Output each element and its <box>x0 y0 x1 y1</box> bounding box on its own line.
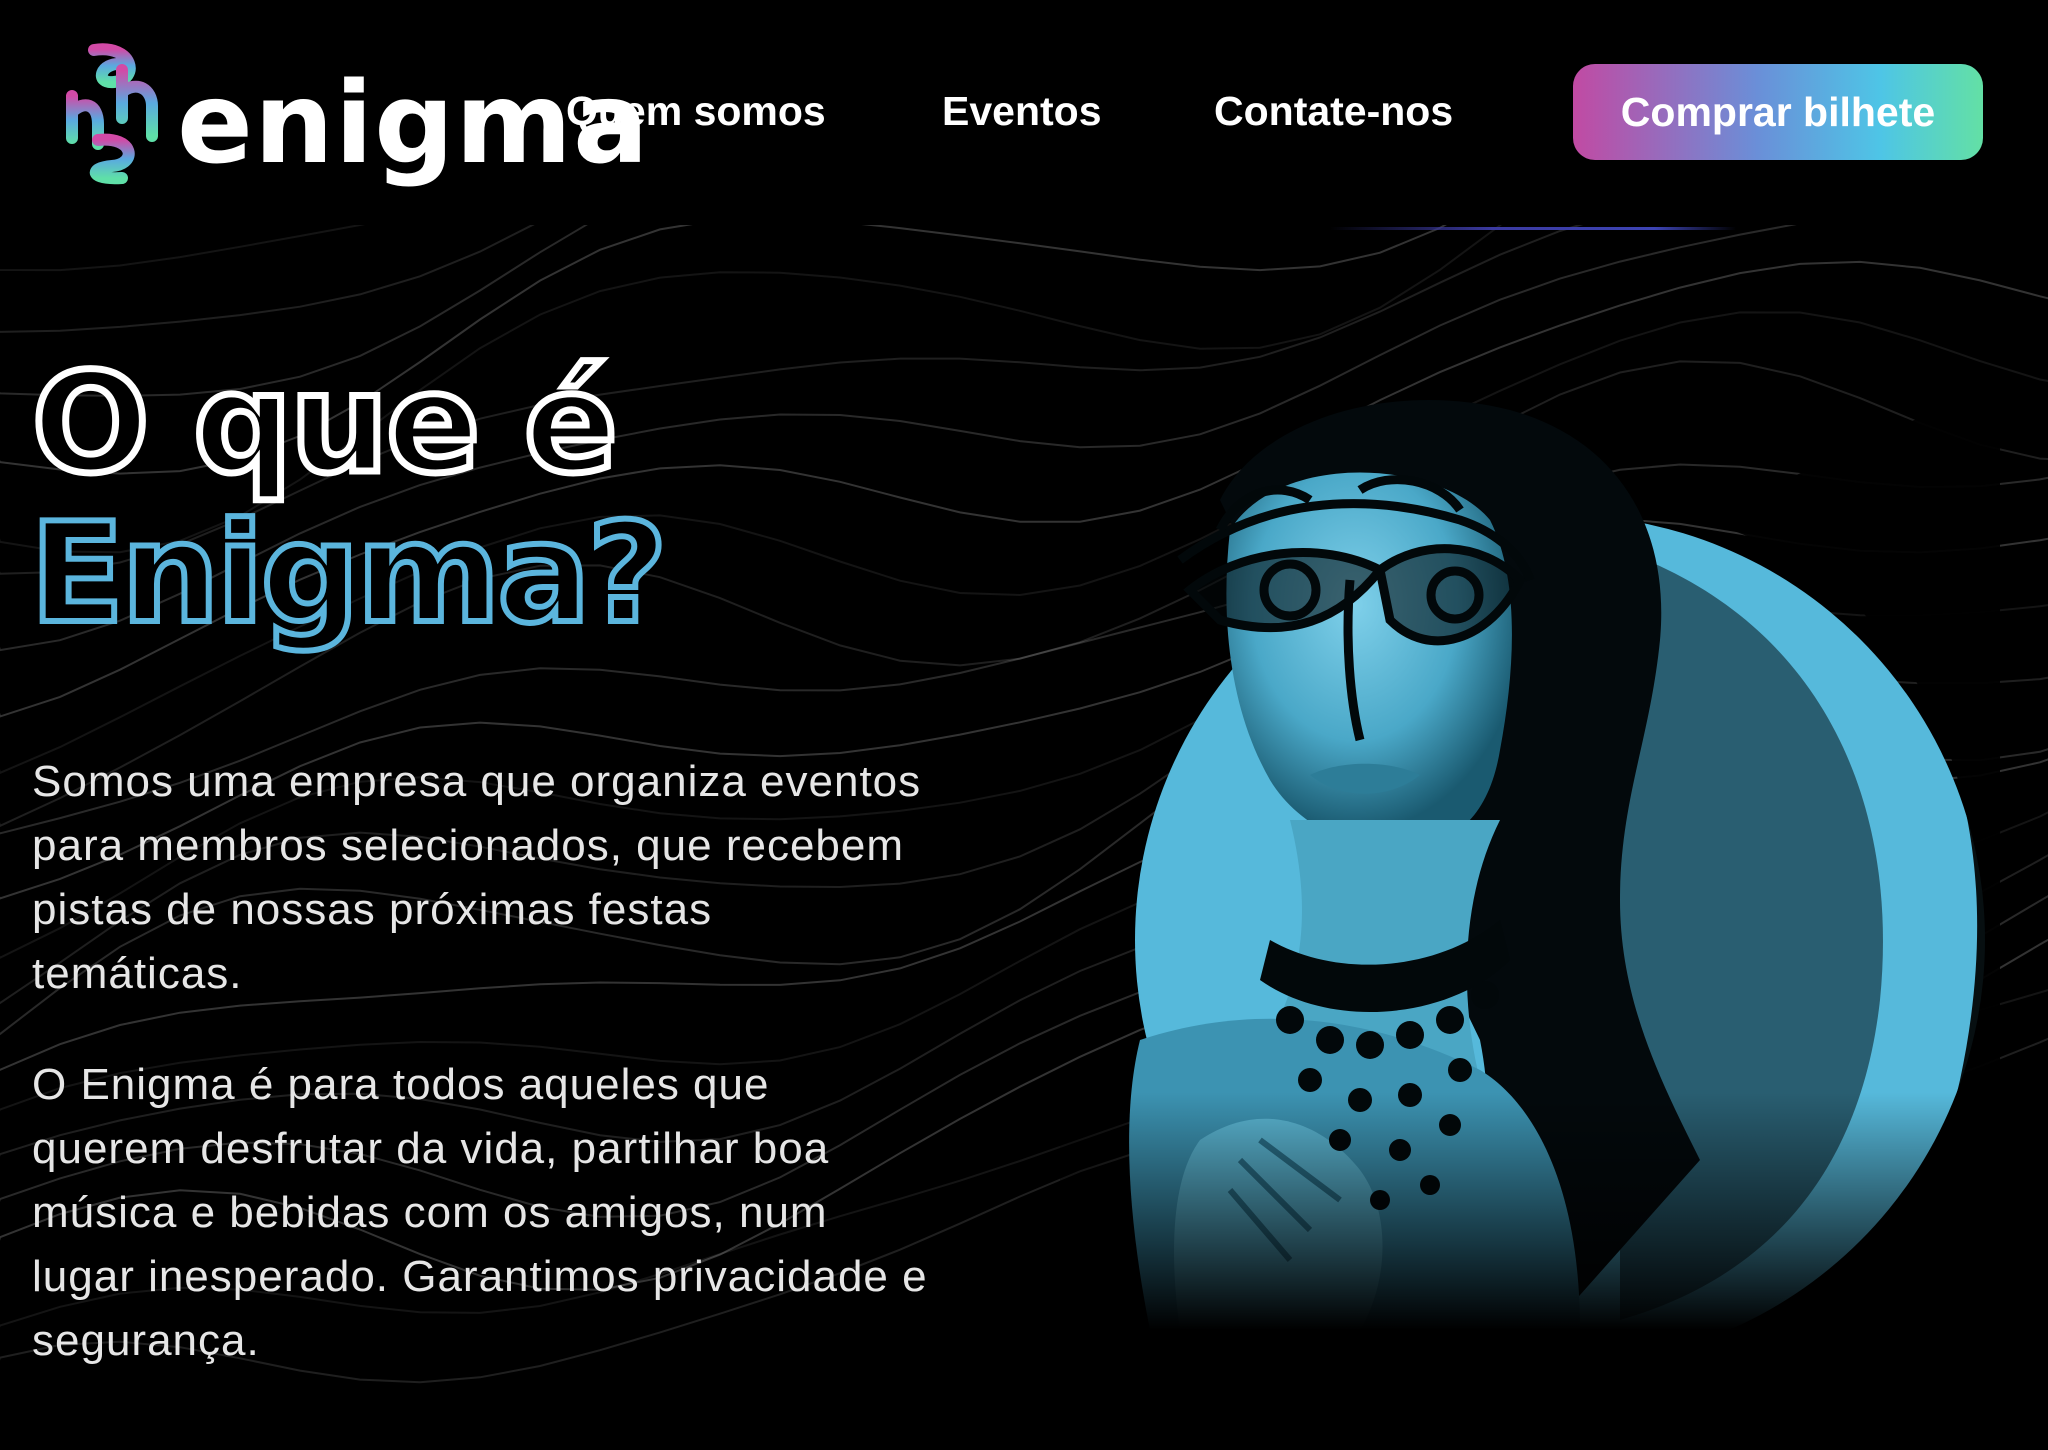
header-accent-line <box>1330 227 1736 230</box>
nav-quem-somos[interactable]: Quem somos <box>566 88 826 135</box>
masked-woman-portrait <box>1060 380 2000 1330</box>
nav-contate-nos[interactable]: Contate-nos <box>1214 88 1453 135</box>
site-header: enigma Quem somos Eventos Contate-nos Co… <box>0 0 2048 225</box>
brand-logo[interactable]: enigma <box>62 40 649 190</box>
nav-eventos[interactable]: Eventos <box>942 88 1102 135</box>
hero-paragraph-2: O Enigma é para todos aqueles que querem… <box>32 1060 928 1365</box>
hero-title-line2: Enigma? <box>27 493 671 654</box>
hero-title-line1: O que é <box>29 343 622 504</box>
hero-paragraph-1: Somos uma empresa que organiza eventos p… <box>32 757 922 998</box>
enigma-logo-icon <box>66 43 158 185</box>
buy-ticket-button[interactable]: Comprar bilhete <box>1573 64 1983 160</box>
